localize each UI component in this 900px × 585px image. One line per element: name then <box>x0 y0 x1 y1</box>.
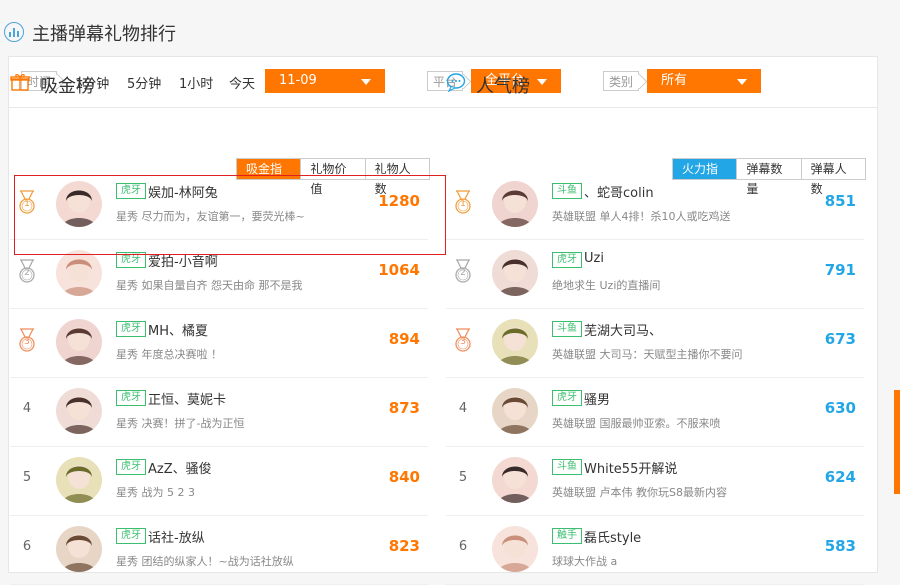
page-header: 主播弹幕礼物排行 <box>0 0 900 62</box>
platform-tag: 虎牙 <box>116 183 146 199</box>
rank-number: 1 <box>24 199 30 209</box>
platform-tag: 虎牙 <box>116 321 146 337</box>
side-scroll-tab[interactable] <box>894 390 900 494</box>
ranking-row[interactable]: 5 斗鱼 White55开解说英雄联盟 卢本伟 教你玩S8最新内容 624 <box>446 446 864 516</box>
rank-number: 4 <box>458 401 468 416</box>
avatar[interactable] <box>492 250 538 296</box>
rank-number: 6 <box>22 539 32 554</box>
stream-description: 星秀 尽力而为，友谊第一，要荧光棒~ <box>116 210 305 223</box>
ranking-row[interactable]: 2 虎牙 爱拍-小音啊星秀 如果自量自齐 怨天由命 那不是我 1064 <box>10 239 428 309</box>
ranking-row[interactable]: 4 虎牙 正恒、莫妮卡星秀 决赛！拼了-战为正恒 873 <box>10 377 428 447</box>
streamer-name[interactable]: 骚男 <box>584 389 610 408</box>
score-value: 624 <box>824 468 856 486</box>
stream-description: 英雄联盟 单人4排！杀10人或吃鸡送 <box>552 210 731 223</box>
score-value: 1064 <box>378 261 420 279</box>
stream-description: 球球大作战 a <box>552 555 618 568</box>
ranking-row[interactable]: 6 触手 磊氏style 球球大作战 a 583 <box>446 515 864 585</box>
ranking-row[interactable]: 1 虎牙 娱加-林阿兔星秀 尽力而为，友谊第一，要荧光棒~ 1280 <box>10 170 428 240</box>
popularity-ranking-title: 人气榜 <box>476 76 530 97</box>
platform-tag: 虎牙 <box>552 390 582 406</box>
platform-tag: 虎牙 <box>116 390 146 406</box>
streamer-name[interactable]: MH、橘夏 <box>148 320 208 339</box>
gift-icon <box>10 74 30 91</box>
rank-number: 2 <box>460 268 466 278</box>
ranking-row[interactable]: 3 虎牙 MH、橘夏星秀 年度总决赛啦 ！ 894 <box>10 308 428 378</box>
score-value: 1280 <box>378 192 420 210</box>
avatar[interactable] <box>56 457 102 503</box>
avatar[interactable] <box>492 526 538 572</box>
avatar[interactable] <box>56 250 102 296</box>
score-value: 630 <box>824 399 856 417</box>
streamer-name[interactable]: 磊氏style <box>584 527 641 546</box>
ranking-row[interactable]: 2 虎牙 Uzi 绝地求生 Uzi的直播间 791 <box>446 239 864 309</box>
ranking-row[interactable]: 4 虎牙 骚男英雄联盟 国服最帅亚索。不服来喷 630 <box>446 377 864 447</box>
avatar[interactable] <box>56 319 102 365</box>
stream-description: 英雄联盟 卢本伟 教你玩S8最新内容 <box>552 486 727 499</box>
streamer-name[interactable]: 、蛇哥colin <box>584 182 654 201</box>
rank-number: 1 <box>460 199 466 209</box>
avatar[interactable] <box>492 457 538 503</box>
platform-tag: 虎牙 <box>116 252 146 268</box>
platform-tag: 虎牙 <box>552 252 582 268</box>
platform-tag: 斗鱼 <box>552 459 582 475</box>
platform-tag: 触手 <box>552 528 582 544</box>
avatar[interactable] <box>56 526 102 572</box>
score-value: 823 <box>388 537 420 555</box>
ranking-row[interactable]: 3 斗鱼 芜湖大司马、英雄联盟 大司马：天赋型主播你不要问 673 <box>446 308 864 378</box>
streamer-name[interactable]: AzZ、骚俊 <box>148 458 212 477</box>
streamer-name[interactable]: 芜湖大司马、 <box>584 320 662 339</box>
rank-number: 5 <box>458 470 468 485</box>
rank-number: 2 <box>24 268 30 278</box>
avatar[interactable] <box>492 388 538 434</box>
avatar[interactable] <box>56 388 102 434</box>
rank-number: 5 <box>22 470 32 485</box>
score-value: 851 <box>824 192 856 210</box>
page-title: 主播弹幕礼物排行 <box>32 24 176 45</box>
stream-description: 星秀 年度总决赛啦 ！ <box>116 348 222 361</box>
score-value: 583 <box>824 537 856 555</box>
platform-tag: 斗鱼 <box>552 321 582 337</box>
avatar[interactable] <box>492 319 538 365</box>
rank-number: 4 <box>22 401 32 416</box>
stream-description: 英雄联盟 国服最帅亚索。不服来喷 <box>552 417 721 430</box>
score-value: 673 <box>824 330 856 348</box>
avatar[interactable] <box>492 181 538 227</box>
stream-description: 星秀 团结的纵家人！~战为话社放纵 <box>116 555 294 568</box>
avatar[interactable] <box>56 181 102 227</box>
stream-description: 星秀 决赛！拼了-战为正恒 <box>116 417 245 430</box>
platform-tag: 虎牙 <box>116 459 146 475</box>
rank-number: 6 <box>458 539 468 554</box>
chat-bubble-icon <box>446 73 466 92</box>
popularity-ranking-column: 人气榜 火力指数 弹幕数量 弹幕人数 1 斗鱼 、蛇哥colin 英雄联盟 单人4排！… <box>446 62 866 585</box>
score-value: 873 <box>388 399 420 417</box>
gold-ranking-column: 吸金榜 吸金指数 礼物价值 礼物人数 1 虎牙 娱加-林阿兔 星秀 尽力而为，友谊第一… <box>10 62 430 585</box>
rank-number: 3 <box>24 337 30 347</box>
platform-tag: 斗鱼 <box>552 183 582 199</box>
stream-description: 星秀 如果自量自齐 怨天由命 那不是我 <box>116 279 303 292</box>
score-value: 894 <box>388 330 420 348</box>
rank-number: 3 <box>460 337 466 347</box>
streamer-name[interactable]: 话社-放纵 <box>148 527 205 546</box>
stream-description: 英雄联盟 大司马：天赋型主播你不要问 <box>552 348 743 361</box>
streamer-name[interactable]: 正恒、莫妮卡 <box>148 389 226 408</box>
score-value: 791 <box>824 261 856 279</box>
stream-description: 星秀 战为 5 2 3 <box>116 486 195 499</box>
score-value: 840 <box>388 468 420 486</box>
platform-tag: 虎牙 <box>116 528 146 544</box>
streamer-name[interactable]: 爱拍-小音啊 <box>148 251 218 270</box>
ranking-row[interactable]: 1 斗鱼 、蛇哥colin 英雄联盟 单人4排！杀10人或吃鸡送 851 <box>446 170 864 240</box>
streamer-name[interactable]: 娱加-林阿兔 <box>148 182 218 201</box>
stream-description: 绝地求生 Uzi的直播间 <box>552 279 661 292</box>
ranking-row[interactable]: 6 虎牙 话社-放纵星秀 团结的纵家人！~战为话社放纵 823 <box>10 515 428 585</box>
ranking-row[interactable]: 5 虎牙 AzZ、骚俊星秀 战为 5 2 3 840 <box>10 446 428 516</box>
gold-ranking-title: 吸金榜 <box>40 76 94 97</box>
streamer-name[interactable]: Uzi <box>584 251 604 266</box>
streamer-name[interactable]: White55开解说 <box>584 458 677 477</box>
ranking-chart-icon <box>4 22 24 42</box>
